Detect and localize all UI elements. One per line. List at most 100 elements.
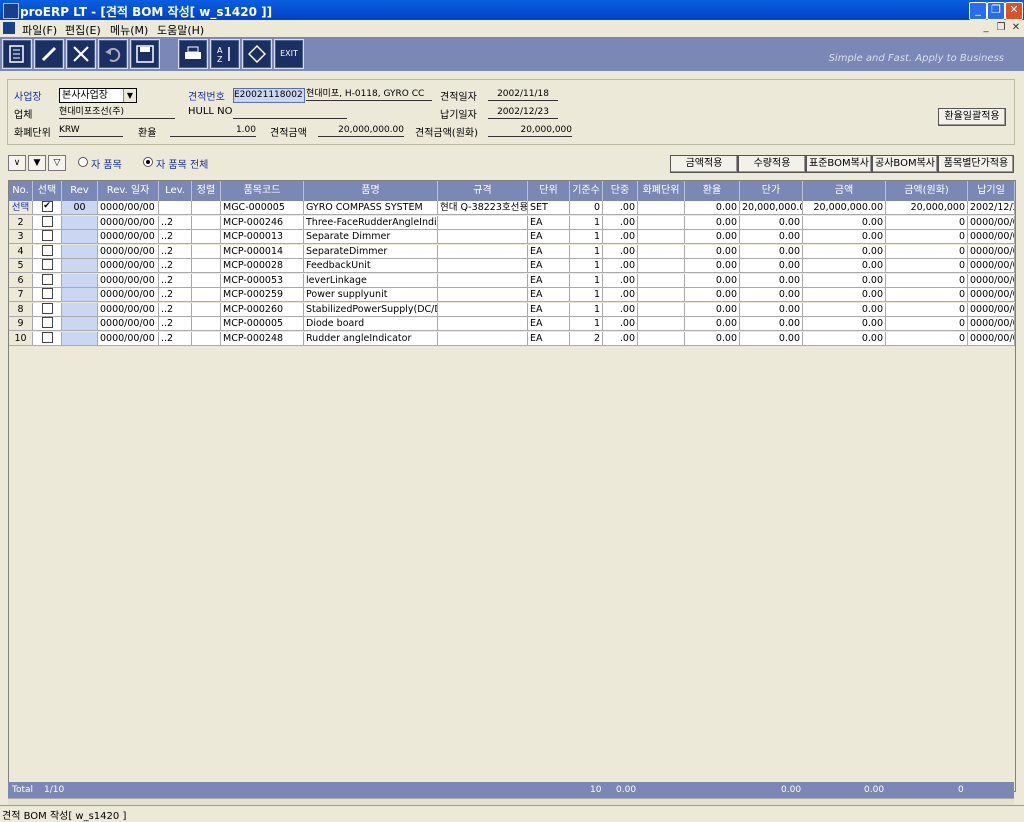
- cell-amount-krw[interactable]: 0: [886, 288, 968, 302]
- cell-amount-krw[interactable]: 0: [886, 302, 968, 317]
- cell-item-name[interactable]: Three-FaceRudderAngleIndica: [304, 215, 438, 230]
- cell-item-name[interactable]: leverLinkage: [304, 273, 438, 288]
- cell-no[interactable]: 10: [9, 331, 33, 346]
- cell-sort[interactable]: [192, 244, 221, 259]
- cell-due-date[interactable]: 0000/00/0: [968, 259, 1015, 273]
- cell-rev[interactable]: [62, 273, 98, 288]
- cell-due-date[interactable]: 0000/00/0: [968, 331, 1015, 346]
- cell-item-code[interactable]: MCP-000028: [221, 259, 304, 273]
- cell-rev-date[interactable]: 0000/00/00: [98, 302, 159, 317]
- cell-unit-price[interactable]: 0.00: [740, 331, 803, 346]
- mdi-restore-icon[interactable]: ❐: [995, 22, 1007, 34]
- cell-spec[interactable]: [438, 302, 528, 317]
- cell-amount-krw[interactable]: 0: [886, 331, 968, 346]
- table-row[interactable]: 7 0000/00/00 ..2 MCP-000259 Power supplyunit…: [9, 288, 1015, 302]
- cell-unit[interactable]: EA: [528, 259, 570, 273]
- rate-field[interactable]: 1.00: [170, 124, 256, 137]
- cell-amount[interactable]: 0.00: [803, 244, 886, 259]
- column-header-select[interactable]: 선택: [33, 181, 62, 201]
- cell-item-name[interactable]: GYRO COMPASS SYSTEM: [304, 201, 438, 215]
- cell-unit[interactable]: EA: [528, 331, 570, 346]
- cell-level[interactable]: [159, 201, 192, 215]
- cell-amount-krw[interactable]: 0: [886, 317, 968, 331]
- cell-sort[interactable]: [192, 331, 221, 346]
- horizontal-scrollbar[interactable]: [8, 798, 1014, 805]
- sort-button[interactable]: AZ: [210, 39, 240, 69]
- cell-sort[interactable]: [192, 201, 221, 215]
- cell-unit-price[interactable]: 0.00: [740, 302, 803, 317]
- delete-button[interactable]: [66, 39, 96, 69]
- cell-rev[interactable]: [62, 259, 98, 273]
- cell-unit-price[interactable]: 0.00: [740, 317, 803, 331]
- cell-unit-price[interactable]: 0.00: [740, 288, 803, 302]
- cell-amount-krw[interactable]: 0: [886, 273, 968, 288]
- apply-quantity-button[interactable]: 수량적용: [738, 155, 806, 173]
- cell-select[interactable]: [33, 273, 62, 288]
- select-checkbox[interactable]: [41, 230, 53, 241]
- cell-select[interactable]: [33, 331, 62, 346]
- cell-spec[interactable]: [438, 215, 528, 230]
- cell-unit-weight[interactable]: .00: [603, 331, 638, 346]
- cell-rev-date[interactable]: 0000/00/00: [98, 259, 159, 273]
- cell-no[interactable]: 선택: [9, 201, 33, 215]
- cell-currency[interactable]: [638, 259, 685, 273]
- close-button[interactable]: ✕: [1005, 2, 1023, 20]
- cell-spec[interactable]: [438, 259, 528, 273]
- cell-currency[interactable]: [638, 244, 685, 259]
- mdi-close-icon[interactable]: ✕: [1010, 22, 1022, 34]
- table-row[interactable]: 8 0000/00/00 ..2 MCP-000260 StabilizedPowerS…: [9, 302, 1015, 317]
- cell-rev[interactable]: [62, 230, 98, 244]
- cell-due-date[interactable]: 0000/00/0: [968, 317, 1015, 331]
- table-row[interactable]: 5 0000/00/00 ..2 MCP-000028 FeedbackUnit EA 1.…: [9, 259, 1015, 273]
- table-row[interactable]: 2 0000/00/00 ..2 MCP-000246 Three-FaceRudder…: [9, 215, 1015, 230]
- cell-unit-price[interactable]: 0.00: [740, 244, 803, 259]
- table-row[interactable]: 10 0000/00/00 ..2 MCP-000248 Rudder angleInd…: [9, 331, 1015, 346]
- cell-no[interactable]: 9: [9, 317, 33, 331]
- table-row[interactable]: 4 0000/00/00 ..2 MCP-000014 SeparateDimmer EA…: [9, 244, 1015, 259]
- cell-unit[interactable]: EA: [528, 244, 570, 259]
- cell-unit-weight[interactable]: .00: [603, 288, 638, 302]
- column-header-amount[interactable]: 금액: [803, 181, 886, 201]
- cell-unit[interactable]: EA: [528, 230, 570, 244]
- cell-due-date[interactable]: 0000/00/0: [968, 302, 1015, 317]
- cell-item-name[interactable]: StabilizedPowerSupply(DC/DC: [304, 302, 438, 317]
- cell-level[interactable]: ..2: [159, 273, 192, 288]
- cell-base-qty[interactable]: 1: [570, 302, 603, 317]
- cell-level[interactable]: ..2: [159, 215, 192, 230]
- apply-rate-button[interactable]: 환율일괄적용: [938, 108, 1006, 126]
- collapse-button[interactable]: ▽: [48, 155, 66, 171]
- edit-button[interactable]: [34, 39, 64, 69]
- cell-select[interactable]: [33, 230, 62, 244]
- cell-rate[interactable]: 0.00: [685, 230, 740, 244]
- apply-amount-button[interactable]: 금액적용: [670, 155, 738, 173]
- cell-select[interactable]: [33, 317, 62, 331]
- bom-grid[interactable]: No. 선택 Rev Rev. 일자 Lev. 정렬 품목코드 품명 규격 단위 기준수 단중 화폐단위…: [8, 180, 1016, 792]
- cell-unit-price[interactable]: 0.00: [740, 273, 803, 288]
- cell-amount[interactable]: 0.00: [803, 317, 886, 331]
- cell-unit-weight[interactable]: .00: [603, 302, 638, 317]
- menu-menu[interactable]: 메뉴(M): [110, 22, 148, 38]
- cell-rev-date[interactable]: 0000/00/00: [98, 273, 159, 288]
- cell-select[interactable]: [33, 288, 62, 302]
- cell-rev[interactable]: [62, 215, 98, 230]
- cell-amount-krw[interactable]: 0: [886, 244, 968, 259]
- minimize-button[interactable]: _: [969, 2, 987, 20]
- cell-amount-krw[interactable]: 20,000,000: [886, 201, 968, 215]
- column-header-unit-price[interactable]: 단가: [740, 181, 803, 201]
- column-header-item-name[interactable]: 품명: [304, 181, 438, 201]
- column-header-spec[interactable]: 규격: [438, 181, 528, 201]
- column-header-due-date[interactable]: 납기일: [968, 181, 1015, 201]
- undo-button[interactable]: [98, 39, 128, 69]
- cell-no[interactable]: 6: [9, 273, 33, 288]
- cell-spec[interactable]: [438, 317, 528, 331]
- cell-item-code[interactable]: MCP-000013: [221, 230, 304, 244]
- cell-rev[interactable]: [62, 244, 98, 259]
- cell-due-date[interactable]: 0000/00/0: [968, 244, 1015, 259]
- cell-rate[interactable]: 0.00: [685, 317, 740, 331]
- column-header-level[interactable]: Lev.: [159, 181, 192, 201]
- cell-amount[interactable]: 0.00: [803, 215, 886, 230]
- column-header-rate[interactable]: 환율: [685, 181, 740, 201]
- cell-sort[interactable]: [192, 230, 221, 244]
- cell-unit-weight[interactable]: .00: [603, 215, 638, 230]
- cell-select[interactable]: ✔: [33, 201, 62, 215]
